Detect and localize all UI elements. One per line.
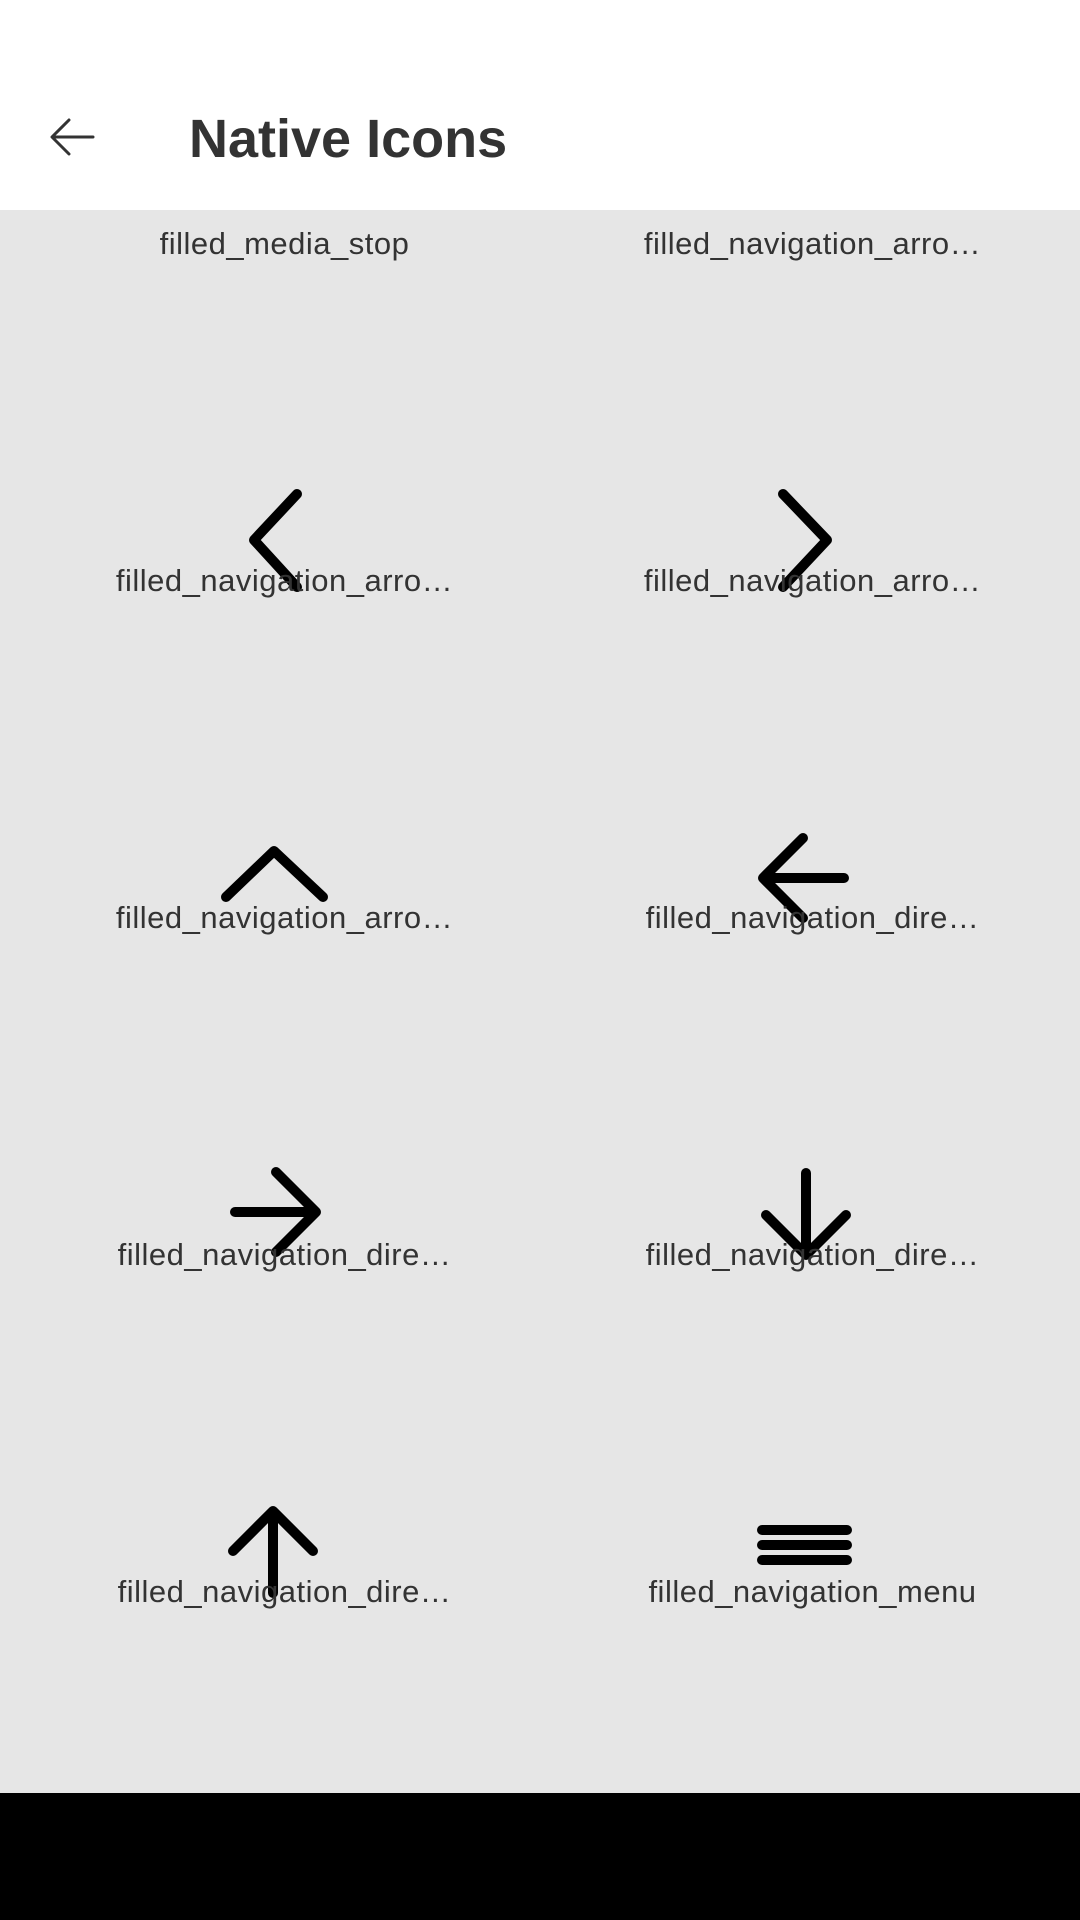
app-header: Native Icons bbox=[0, 0, 1080, 210]
chevron-right-icon bbox=[778, 489, 832, 592]
arrow-left-icon bbox=[50, 118, 95, 156]
icon-tile-arrow-right[interactable]: filled_navigation_dire… bbox=[12, 995, 540, 1332]
arrow-left-icon bbox=[758, 833, 849, 923]
icon-label: filled_media_stop bbox=[159, 226, 410, 261]
system-navigation-bar bbox=[0, 1793, 1080, 1920]
icon-label: filled_navigation_dire… bbox=[645, 900, 980, 935]
icon-tile-chevron-up[interactable]: filled_navigation_arro… bbox=[12, 658, 540, 995]
icon-label: filled_navigation_arro… bbox=[643, 563, 982, 598]
arrow-right-icon bbox=[230, 1167, 321, 1257]
icon-tile-arrow-down[interactable]: filled_navigation_dire… bbox=[540, 995, 1068, 1332]
icon-tile-arrow-left[interactable]: filled_navigation_dire… bbox=[540, 658, 1068, 995]
icon-label: filled_navigation_dire… bbox=[645, 1237, 980, 1272]
chevron-left-icon bbox=[249, 489, 302, 592]
icon-label: filled_navigation_dire… bbox=[117, 1574, 452, 1609]
icon-tile-arrow-up[interactable]: filled_navigation_dire… bbox=[12, 1332, 540, 1669]
arrow-up-icon bbox=[228, 1506, 318, 1598]
icon-label: filled_navigation_arro… bbox=[115, 563, 454, 598]
icon-tile-arrow-drop-down[interactable]: filled_navigation_arro… bbox=[540, 210, 1068, 321]
icon-tile-chevron-right[interactable]: filled_navigation_arro… bbox=[540, 321, 1068, 658]
menu-icon bbox=[757, 1525, 852, 1565]
icon-label: filled_navigation_arro… bbox=[643, 226, 982, 261]
page-title: Native Icons bbox=[189, 109, 508, 169]
icon-tile-chevron-left[interactable]: filled_navigation_arro… bbox=[12, 321, 540, 658]
icon-grid: filled_media_stop filled_navigation_arro… bbox=[0, 210, 1080, 1793]
icon-label: filled_navigation_menu bbox=[648, 1574, 977, 1609]
icon-tile-menu[interactable]: filled_navigation_menu bbox=[540, 1332, 1068, 1669]
icon-label: filled_navigation_arro… bbox=[115, 900, 454, 935]
back-button[interactable] bbox=[35, 100, 109, 174]
arrow-down-icon bbox=[761, 1168, 851, 1260]
chevron-up-icon bbox=[221, 846, 328, 902]
icon-label: filled_navigation_dire… bbox=[117, 1237, 452, 1272]
icon-tile-media-stop[interactable]: filled_media_stop bbox=[12, 210, 540, 321]
